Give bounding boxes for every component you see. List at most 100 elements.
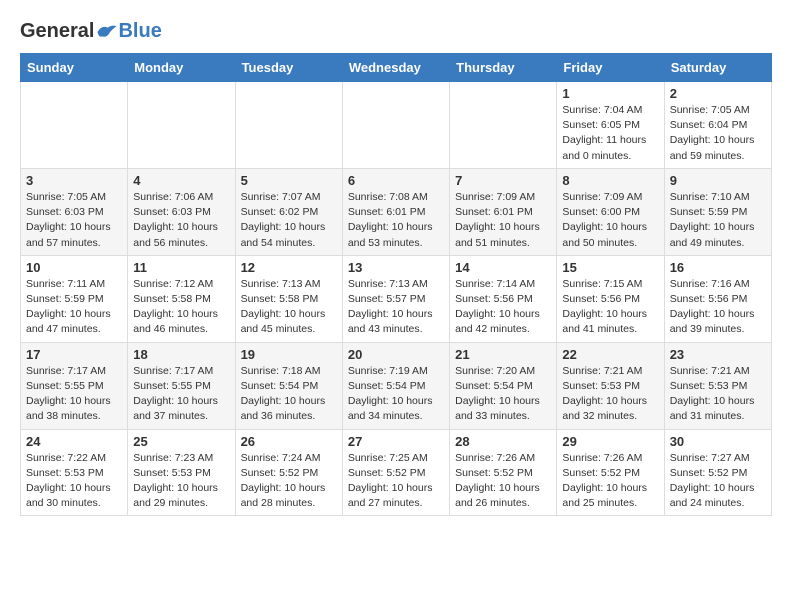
- day-number: 18: [133, 347, 229, 362]
- calendar-cell: 24Sunrise: 7:22 AMSunset: 5:53 PMDayligh…: [21, 429, 128, 516]
- day-info: Sunrise: 7:09 AMSunset: 6:00 PMDaylight:…: [562, 190, 658, 251]
- weekday-header: Tuesday: [235, 54, 342, 82]
- day-number: 20: [348, 347, 444, 362]
- day-number: 28: [455, 434, 551, 449]
- day-number: 22: [562, 347, 658, 362]
- calendar-table: SundayMondayTuesdayWednesdayThursdayFrid…: [20, 53, 772, 516]
- calendar-cell: 18 Sunrise: 7:17 AMSunset: 5:55 PMDayligh…: [128, 342, 235, 429]
- weekday-header: Friday: [557, 54, 664, 82]
- day-number: 4: [133, 173, 229, 188]
- day-number: 19: [241, 347, 337, 362]
- logo-general-text: General: [20, 20, 94, 43]
- calendar-cell: [450, 82, 557, 169]
- weekday-header: Monday: [128, 54, 235, 82]
- calendar-cell: 23 Sunrise: 7:21 AMSunset: 5:53 PMDayligh…: [664, 342, 771, 429]
- calendar-cell: 27 Sunrise: 7:25 AMSunset: 5:52 PMDayligh…: [342, 429, 449, 516]
- day-info: Sunrise: 7:17 AMSunset: 5:55 PMDaylight:…: [133, 364, 229, 425]
- calendar-cell: 1 Sunrise: 7:04 AMSunset: 6:05 PMDaylight…: [557, 82, 664, 169]
- calendar-cell: 7 Sunrise: 7:09 AMSunset: 6:01 PMDaylight…: [450, 168, 557, 255]
- day-info: Sunrise: 7:13 AMSunset: 5:57 PMDaylight:…: [348, 277, 444, 338]
- calendar-cell: [342, 82, 449, 169]
- calendar-cell: 29Sunrise: 7:26 AMSunset: 5:52 PMDayligh…: [557, 429, 664, 516]
- weekday-header: Saturday: [664, 54, 771, 82]
- day-info: Sunrise: 7:24 AMSunset: 5:52 PMDaylight:…: [241, 451, 337, 512]
- calendar-cell: 3 Sunrise: 7:05 AMSunset: 6:03 PMDaylight…: [21, 168, 128, 255]
- day-number: 23: [670, 347, 766, 362]
- day-number: 24: [26, 434, 122, 449]
- calendar-cell: 19 Sunrise: 7:18 AMSunset: 5:54 PMDayligh…: [235, 342, 342, 429]
- calendar-cell: 12Sunrise: 7:13 AMSunset: 5:58 PMDayligh…: [235, 255, 342, 342]
- calendar-cell: 5 Sunrise: 7:07 AMSunset: 6:02 PMDaylight…: [235, 168, 342, 255]
- day-info: Sunrise: 7:17 AMSunset: 5:55 PMDaylight:…: [26, 364, 122, 425]
- day-info: Sunrise: 7:09 AMSunset: 6:01 PMDaylight:…: [455, 190, 551, 251]
- calendar-cell: 20 Sunrise: 7:19 AMSunset: 5:54 PMDayligh…: [342, 342, 449, 429]
- day-info: Sunrise: 7:10 AMSunset: 5:59 PMDaylight:…: [670, 190, 766, 251]
- calendar-cell: 14Sunrise: 7:14 AMSunset: 5:56 PMDayligh…: [450, 255, 557, 342]
- day-info: Sunrise: 7:13 AMSunset: 5:58 PMDaylight:…: [241, 277, 337, 338]
- calendar-cell: 16 Sunrise: 7:16 AMSunset: 5:56 PMDayligh…: [664, 255, 771, 342]
- day-number: 21: [455, 347, 551, 362]
- calendar-cell: 11 Sunrise: 7:12 AMSunset: 5:58 PMDayligh…: [128, 255, 235, 342]
- day-info: Sunrise: 7:11 AMSunset: 5:59 PMDaylight:…: [26, 277, 122, 338]
- calendar-cell: 30 Sunrise: 7:27 AMSunset: 5:52 PMDayligh…: [664, 429, 771, 516]
- day-number: 16: [670, 260, 766, 275]
- calendar-cell: 2 Sunrise: 7:05 AMSunset: 6:04 PMDaylight…: [664, 82, 771, 169]
- day-number: 2: [670, 86, 766, 101]
- day-number: 1: [562, 86, 658, 101]
- day-info: Sunrise: 7:08 AMSunset: 6:01 PMDaylight:…: [348, 190, 444, 251]
- day-number: 25: [133, 434, 229, 449]
- calendar-week-row: 1 Sunrise: 7:04 AMSunset: 6:05 PMDaylight…: [21, 82, 772, 169]
- day-info: Sunrise: 7:05 AMSunset: 6:04 PMDaylight:…: [670, 103, 766, 164]
- calendar-cell: 25Sunrise: 7:23 AMSunset: 5:53 PMDayligh…: [128, 429, 235, 516]
- day-number: 9: [670, 173, 766, 188]
- calendar-cell: 10Sunrise: 7:11 AMSunset: 5:59 PMDayligh…: [21, 255, 128, 342]
- calendar-cell: [235, 82, 342, 169]
- calendar-cell: 15 Sunrise: 7:15 AMSunset: 5:56 PMDayligh…: [557, 255, 664, 342]
- calendar-week-row: 24Sunrise: 7:22 AMSunset: 5:53 PMDayligh…: [21, 429, 772, 516]
- calendar-cell: 17 Sunrise: 7:17 AMSunset: 5:55 PMDayligh…: [21, 342, 128, 429]
- logo-bird-icon: [96, 23, 118, 41]
- calendar-cell: 9 Sunrise: 7:10 AMSunset: 5:59 PMDaylight…: [664, 168, 771, 255]
- calendar-week-row: 17 Sunrise: 7:17 AMSunset: 5:55 PMDayligh…: [21, 342, 772, 429]
- day-number: 26: [241, 434, 337, 449]
- day-info: Sunrise: 7:20 AMSunset: 5:54 PMDaylight:…: [455, 364, 551, 425]
- day-info: Sunrise: 7:12 AMSunset: 5:58 PMDaylight:…: [133, 277, 229, 338]
- day-info: Sunrise: 7:07 AMSunset: 6:02 PMDaylight:…: [241, 190, 337, 251]
- calendar-week-row: 10Sunrise: 7:11 AMSunset: 5:59 PMDayligh…: [21, 255, 772, 342]
- page-header: General Blue: [20, 20, 772, 43]
- logo: General Blue: [20, 20, 162, 43]
- day-number: 17: [26, 347, 122, 362]
- day-info: Sunrise: 7:21 AMSunset: 5:53 PMDaylight:…: [670, 364, 766, 425]
- day-number: 3: [26, 173, 122, 188]
- calendar-cell: 4Sunrise: 7:06 AMSunset: 6:03 PMDaylight…: [128, 168, 235, 255]
- day-info: Sunrise: 7:18 AMSunset: 5:54 PMDaylight:…: [241, 364, 337, 425]
- weekday-header: Sunday: [21, 54, 128, 82]
- day-number: 14: [455, 260, 551, 275]
- day-info: Sunrise: 7:16 AMSunset: 5:56 PMDaylight:…: [670, 277, 766, 338]
- calendar-header-row: SundayMondayTuesdayWednesdayThursdayFrid…: [21, 54, 772, 82]
- calendar-cell: 22Sunrise: 7:21 AMSunset: 5:53 PMDayligh…: [557, 342, 664, 429]
- day-info: Sunrise: 7:19 AMSunset: 5:54 PMDaylight:…: [348, 364, 444, 425]
- day-info: Sunrise: 7:26 AMSunset: 5:52 PMDaylight:…: [562, 451, 658, 512]
- calendar-cell: 28Sunrise: 7:26 AMSunset: 5:52 PMDayligh…: [450, 429, 557, 516]
- weekday-header: Wednesday: [342, 54, 449, 82]
- day-number: 5: [241, 173, 337, 188]
- day-number: 11: [133, 260, 229, 275]
- day-number: 15: [562, 260, 658, 275]
- calendar-week-row: 3 Sunrise: 7:05 AMSunset: 6:03 PMDaylight…: [21, 168, 772, 255]
- day-number: 30: [670, 434, 766, 449]
- calendar-cell: [21, 82, 128, 169]
- day-info: Sunrise: 7:05 AMSunset: 6:03 PMDaylight:…: [26, 190, 122, 251]
- logo-blue-text: Blue: [118, 20, 161, 43]
- day-info: Sunrise: 7:25 AMSunset: 5:52 PMDaylight:…: [348, 451, 444, 512]
- day-number: 13: [348, 260, 444, 275]
- day-info: Sunrise: 7:27 AMSunset: 5:52 PMDaylight:…: [670, 451, 766, 512]
- day-number: 27: [348, 434, 444, 449]
- day-number: 7: [455, 173, 551, 188]
- day-number: 6: [348, 173, 444, 188]
- day-info: Sunrise: 7:04 AMSunset: 6:05 PMDaylight:…: [562, 103, 658, 164]
- calendar-cell: 8Sunrise: 7:09 AMSunset: 6:00 PMDaylight…: [557, 168, 664, 255]
- calendar-cell: 21 Sunrise: 7:20 AMSunset: 5:54 PMDayligh…: [450, 342, 557, 429]
- day-info: Sunrise: 7:15 AMSunset: 5:56 PMDaylight:…: [562, 277, 658, 338]
- calendar-cell: [128, 82, 235, 169]
